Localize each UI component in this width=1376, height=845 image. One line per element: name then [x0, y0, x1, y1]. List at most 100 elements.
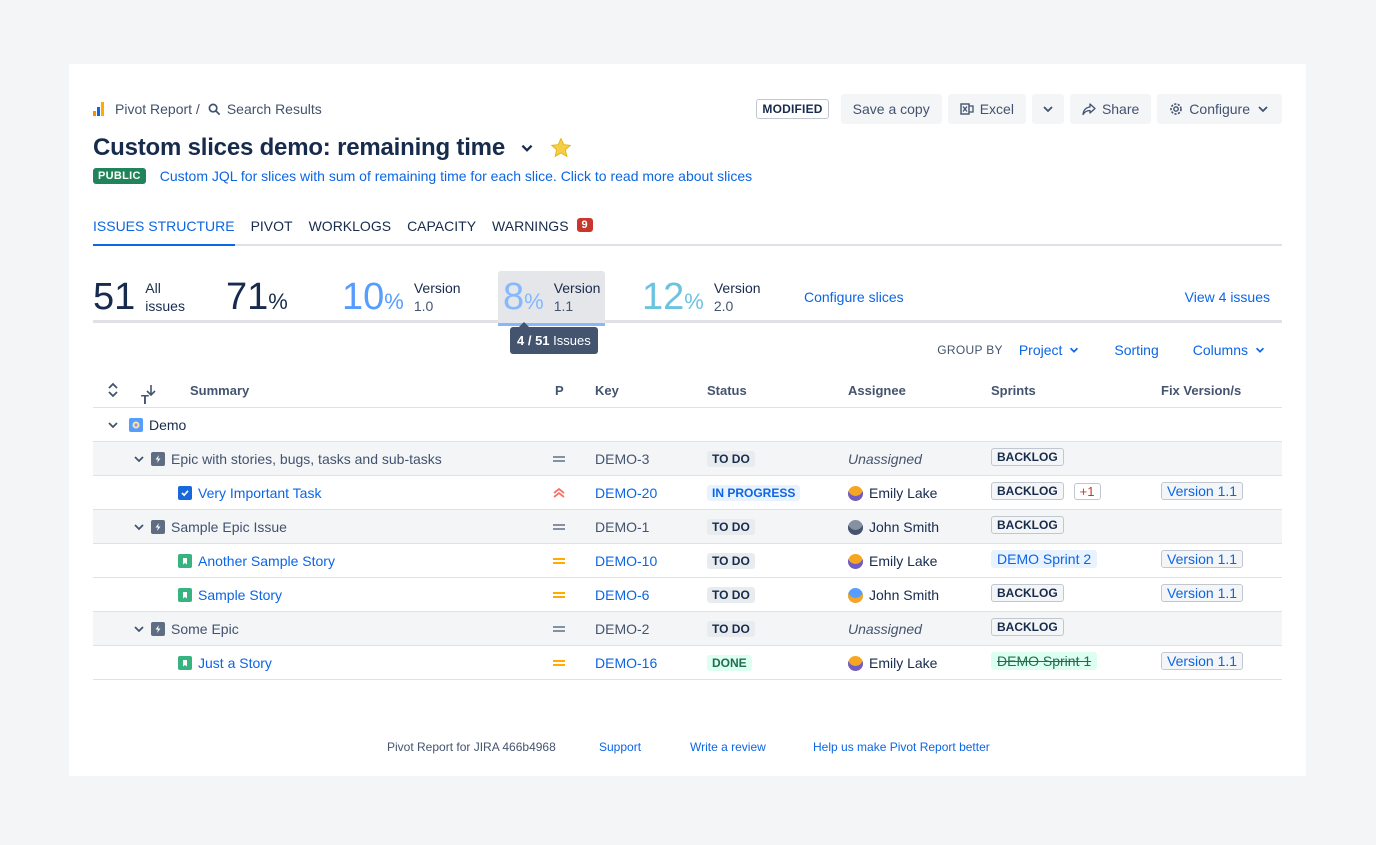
summary-cell: Very Important Task [178, 476, 321, 510]
fix-version-badge[interactable]: Version 1.1 [1161, 576, 1244, 610]
table-row[interactable]: Another Sample Story DEMO-10 TO DO Emily… [93, 544, 1282, 578]
avatar [848, 553, 863, 569]
fix-version-badge[interactable]: Version 1.1 [1161, 474, 1244, 508]
description-link[interactable]: Custom JQL for slices with sum of remain… [160, 168, 752, 184]
slice-version-1-1[interactable]: 8% Version 1.1 [498, 271, 606, 326]
column-summary[interactable]: Summary [190, 383, 249, 398]
column-status[interactable]: Status [707, 383, 747, 398]
slice-all-issues[interactable]: 51 All issues [93, 271, 185, 323]
group-by-project-dropdown[interactable]: Project [1019, 342, 1081, 358]
public-badge: PUBLIC [93, 168, 146, 184]
sprint-badge[interactable]: DEMO Sprint 2 [991, 542, 1098, 576]
configure-slices-link[interactable]: Configure slices [804, 271, 904, 323]
tab-issues-structure[interactable]: ISSUES STRUCTURE [93, 218, 235, 246]
issue-key[interactable]: DEMO-16 [595, 646, 657, 680]
gear-icon [1170, 103, 1183, 115]
title-chevron-down-icon[interactable] [519, 140, 535, 156]
expand-collapse-icon[interactable] [107, 382, 119, 401]
summary-cell: Just a Story [178, 646, 272, 680]
status-badge: DONE [707, 646, 752, 680]
slice-value: 10% [342, 276, 404, 318]
slice-total-percent[interactable]: 71% [226, 271, 288, 323]
table-row[interactable]: Epic with stories, bugs, tasks and sub-t… [93, 442, 1282, 476]
issue-key[interactable]: DEMO-6 [595, 578, 649, 612]
priority-medium-icon [552, 612, 566, 646]
assignee: Unassigned [848, 451, 922, 467]
assignee: Emily Lake [848, 646, 937, 680]
view-issues-link[interactable]: View 4 issues [1185, 271, 1270, 323]
chevron-down-icon[interactable] [133, 453, 145, 465]
tab-pivot[interactable]: PIVOT [251, 218, 293, 246]
excel-button[interactable]: Excel [947, 94, 1026, 124]
assignee: Emily Lake [848, 544, 937, 578]
tab-label: CAPACITY [407, 218, 477, 234]
issue-key[interactable]: DEMO-2 [595, 612, 649, 646]
tab-label: WARNINGS [492, 218, 569, 234]
tab-capacity[interactable]: CAPACITY [407, 218, 476, 246]
column-priority[interactable]: P [555, 383, 564, 398]
chevron-down-icon[interactable] [133, 521, 145, 533]
column-assignee[interactable]: Assignee [848, 383, 906, 398]
search-icon [208, 103, 221, 115]
report-card: Pivot Report / Search Results MODIFIED S… [69, 64, 1306, 776]
breadcrumb-page[interactable]: Search Results [227, 101, 322, 117]
status-badge: TO DO [707, 544, 755, 578]
columns-dropdown[interactable]: Columns [1193, 342, 1266, 358]
chevron-down-icon[interactable] [133, 623, 145, 635]
tab-label: WORKLOGS [308, 218, 392, 234]
write-review-link[interactable]: Write a review [690, 740, 766, 754]
extra-sprints-badge[interactable]: +1 [1073, 482, 1101, 500]
share-button[interactable]: Share [1069, 94, 1152, 124]
fix-version-badge[interactable]: Version 1.1 [1161, 644, 1244, 678]
summary-text[interactable]: Sample Epic Issue [171, 519, 287, 535]
table-row[interactable]: Just a Story DEMO-16 DONE Emily Lake DEM… [93, 646, 1282, 680]
slice-version-1-0[interactable]: 10% Version 1.0 [342, 271, 461, 323]
issue-key[interactable]: DEMO-3 [595, 442, 649, 476]
sprint-badge[interactable]: DEMO Sprint 1 [991, 644, 1098, 678]
summary-link[interactable]: Another Sample Story [198, 553, 335, 569]
story-bookmark-icon [178, 554, 192, 568]
column-sprints[interactable]: Sprints [991, 383, 1036, 398]
column-t[interactable]: T [141, 383, 157, 407]
table-row[interactable]: Sample Epic Issue DEMO-1 TO DO John Smit… [93, 510, 1282, 544]
table-row[interactable]: Very Important Task DEMO-20 IN PROGRESS … [93, 476, 1282, 510]
summary-text[interactable]: Epic with stories, bugs, tasks and sub-t… [171, 451, 442, 467]
configure-label: Configure [1189, 101, 1250, 117]
save-copy-button[interactable]: Save a copy [840, 94, 942, 124]
issue-key[interactable]: DEMO-1 [595, 510, 649, 544]
issue-key[interactable]: DEMO-10 [595, 544, 657, 578]
tab-worklogs[interactable]: WORKLOGS [309, 218, 391, 246]
issues-table: T Summary P Key Status Assignee Sprints … [93, 374, 1282, 680]
sorting-button[interactable]: Sorting [1114, 342, 1158, 358]
breadcrumb-app[interactable]: Pivot Report / [115, 101, 200, 117]
priority-medium-icon [552, 544, 566, 578]
project-cell: Demo [107, 408, 186, 442]
column-key[interactable]: Key [595, 383, 619, 398]
slice-value: 12% [642, 276, 704, 318]
table-row[interactable]: Some Epic DEMO-2 TO DO Unassigned BACKLO… [93, 612, 1282, 646]
column-fix-versions[interactable]: Fix Version/s [1161, 383, 1241, 398]
table-row[interactable]: Sample Story DEMO-6 TO DO John Smith BAC… [93, 578, 1282, 612]
status-badge: TO DO [707, 578, 755, 612]
fix-version-badge[interactable]: Version 1.1 [1161, 542, 1244, 576]
issue-key[interactable]: DEMO-20 [595, 476, 657, 510]
configure-button[interactable]: Configure [1157, 94, 1282, 124]
star-icon[interactable] [549, 136, 573, 160]
summary-link[interactable]: Just a Story [198, 655, 272, 671]
epic-icon [151, 452, 165, 466]
story-bookmark-icon [178, 656, 192, 670]
slice-version-2-0[interactable]: 12% Version 2.0 [642, 271, 761, 323]
chevron-down-icon[interactable] [107, 419, 119, 431]
excel-dropdown-button[interactable] [1031, 94, 1064, 124]
group-by-label: GROUP BY [937, 343, 1003, 357]
summary-text[interactable]: Some Epic [171, 621, 239, 637]
support-link[interactable]: Support [599, 740, 641, 754]
footer-version: Pivot Report for JIRA 466b4968 [387, 740, 556, 754]
summary-link[interactable]: Very Important Task [198, 485, 321, 501]
tab-warnings[interactable]: WARNINGS 9 [492, 218, 593, 246]
feedback-link[interactable]: Help us make Pivot Report better [813, 740, 990, 754]
table-row-project[interactable]: Demo [93, 408, 1282, 442]
summary-link[interactable]: Sample Story [198, 587, 282, 603]
save-copy-label: Save a copy [852, 101, 930, 117]
sprint-badge: BACKLOG [991, 576, 1064, 610]
